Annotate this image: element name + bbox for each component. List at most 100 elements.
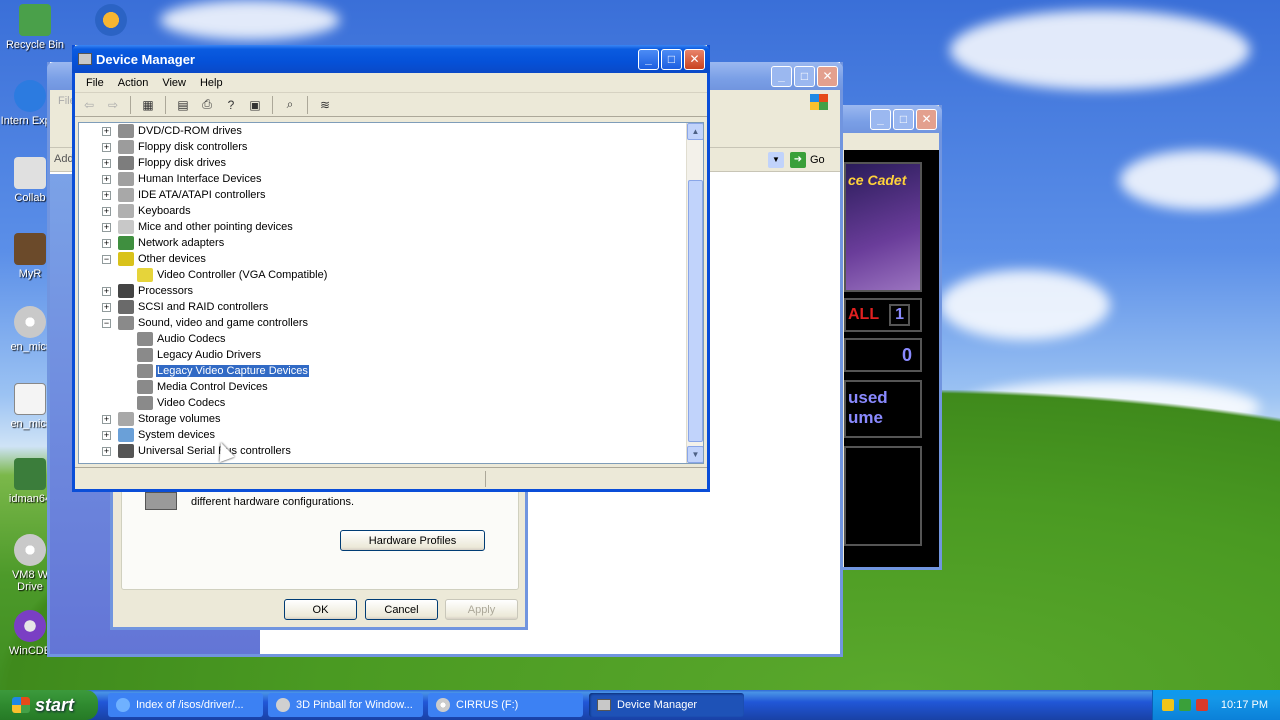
- taskbar-item-cirrus[interactable]: CIRRUS (F:): [428, 693, 583, 717]
- tree-node-label: Video Controller (VGA Compatible): [157, 269, 328, 281]
- address-dropdown-icon[interactable]: ▼: [768, 152, 784, 168]
- view-icon[interactable]: ▣: [245, 96, 265, 114]
- taskbar-item-pinball[interactable]: 3D Pinball for Window...: [268, 693, 423, 717]
- expand-toggle[interactable]: +: [102, 158, 111, 168]
- system-tray: 10:17 PM: [1152, 690, 1280, 720]
- menu-file[interactable]: File: [79, 77, 111, 89]
- back-arrow-icon[interactable]: ⇦: [79, 96, 99, 114]
- start-button[interactable]: start: [0, 690, 98, 720]
- expand-toggle[interactable]: +: [102, 222, 111, 232]
- go-arrow-icon: ➜: [790, 152, 806, 168]
- menu-help[interactable]: Help: [193, 77, 230, 89]
- taskbar-item-device-manager[interactable]: Device Manager: [589, 693, 744, 717]
- close-button[interactable]: ✕: [817, 65, 838, 87]
- device-manager-titlebar[interactable]: Device Manager _ □ ✕: [72, 45, 710, 73]
- update-driver-icon[interactable]: ≋: [315, 96, 335, 114]
- tree-node[interactable]: − Sound, video and game controllers: [79, 315, 686, 331]
- tree-node[interactable]: Video Codecs: [79, 395, 686, 411]
- expand-toggle[interactable]: +: [102, 142, 111, 152]
- vertical-scrollbar[interactable]: ▲ ▼: [686, 123, 703, 463]
- help-icon[interactable]: ?: [221, 96, 241, 114]
- tree-node[interactable]: + Floppy disk drives: [79, 155, 686, 171]
- cloud: [940, 270, 1110, 340]
- hardware-profiles-text: different hardware configurations.: [191, 496, 355, 508]
- desktop-icon-recycle-bin[interactable]: Recycle Bin: [0, 4, 70, 51]
- tree-node-label: Mice and other pointing devices: [138, 221, 293, 233]
- maximize-button[interactable]: □: [893, 108, 914, 130]
- desktop-icon-media-player[interactable]: [76, 4, 146, 39]
- properties-icon[interactable]: ▤: [173, 96, 193, 114]
- tree-node[interactable]: Video Controller (VGA Compatible): [79, 267, 686, 283]
- print-icon[interactable]: ⎙: [197, 96, 217, 114]
- close-button[interactable]: ✕: [916, 108, 937, 130]
- tree-node[interactable]: Legacy Video Capture Devices: [79, 363, 686, 379]
- tree-node[interactable]: + Keyboards: [79, 203, 686, 219]
- close-button[interactable]: ✕: [684, 48, 705, 70]
- menu-view[interactable]: View: [155, 77, 193, 89]
- minimize-button[interactable]: _: [771, 65, 792, 87]
- tree-node-label: System devices: [138, 429, 216, 441]
- cancel-button[interactable]: Cancel: [365, 599, 438, 620]
- scan-hardware-icon[interactable]: ⌕: [280, 96, 300, 114]
- expand-toggle[interactable]: +: [102, 286, 111, 296]
- apply-button[interactable]: Apply: [445, 599, 518, 620]
- expand-toggle[interactable]: +: [102, 126, 111, 136]
- tree-node[interactable]: Media Control Devices: [79, 379, 686, 395]
- tree-node[interactable]: + Floppy disk controllers: [79, 139, 686, 155]
- tree-node-label: Other devices: [138, 253, 206, 265]
- expand-toggle[interactable]: +: [102, 430, 111, 440]
- expand-toggle[interactable]: +: [102, 206, 111, 216]
- expand-toggle[interactable]: +: [102, 238, 111, 248]
- tree-node[interactable]: + IDE ATA/ATAPI controllers: [79, 187, 686, 203]
- window-title: Device Manager: [96, 51, 195, 67]
- pinball-titlebar[interactable]: _ □ ✕: [838, 105, 942, 133]
- tree-node[interactable]: + Storage volumes: [79, 411, 686, 427]
- tree-node[interactable]: + System devices: [79, 427, 686, 443]
- scroll-thumb[interactable]: [688, 180, 703, 442]
- go-button[interactable]: ➜ Go: [790, 152, 825, 168]
- tree-node[interactable]: + Processors: [79, 283, 686, 299]
- shield-icon[interactable]: [1161, 699, 1174, 711]
- tree-node[interactable]: + Human Interface Devices: [79, 171, 686, 187]
- scroll-down-button[interactable]: ▼: [687, 446, 703, 463]
- taskbar-item-ie[interactable]: Index of /isos/driver/...: [108, 693, 263, 717]
- maximize-button[interactable]: □: [661, 48, 682, 70]
- device-tree[interactable]: + DVD/CD-ROM drives + Floppy disk controlle…: [78, 122, 704, 464]
- tree-node[interactable]: + Mice and other pointing devices: [79, 219, 686, 235]
- tree-node[interactable]: + DVD/CD-ROM drives: [79, 123, 686, 139]
- pinball-window[interactable]: _ □ ✕ ce Cadet ALL 1 0 used ume: [838, 105, 942, 570]
- score-display: 0: [844, 338, 922, 372]
- expand-toggle[interactable]: +: [102, 302, 111, 312]
- ie-icon: [116, 698, 130, 712]
- tree-node[interactable]: + SCSI and RAID controllers: [79, 299, 686, 315]
- ball-number: 1: [889, 304, 911, 326]
- maximize-button[interactable]: □: [794, 65, 815, 87]
- ok-button[interactable]: OK: [284, 599, 357, 620]
- network-icon[interactable]: [1178, 699, 1191, 711]
- tree-node[interactable]: − Other devices: [79, 251, 686, 267]
- pinball-logo: ce Cadet: [844, 162, 922, 292]
- hardware-profiles-button[interactable]: Hardware Profiles: [340, 530, 485, 551]
- tree-node[interactable]: + Universal Serial Bus controllers: [79, 443, 686, 459]
- security-alert-icon[interactable]: [1195, 699, 1208, 711]
- media-player-icon: [95, 4, 127, 36]
- console-tree-icon[interactable]: ▦: [138, 96, 158, 114]
- scroll-up-button[interactable]: ▲: [687, 123, 703, 140]
- expand-toggle[interactable]: +: [102, 414, 111, 424]
- forward-arrow-icon[interactable]: ⇨: [103, 96, 123, 114]
- expand-toggle[interactable]: +: [102, 446, 111, 456]
- device-manager-window[interactable]: Device Manager _ □ ✕ File Action View He…: [72, 45, 710, 492]
- dvd-drive-icon: [118, 124, 134, 138]
- tree-node[interactable]: Audio Codecs: [79, 331, 686, 347]
- expand-toggle[interactable]: +: [102, 190, 111, 200]
- minimize-button[interactable]: _: [638, 48, 659, 70]
- collapse-toggle[interactable]: −: [102, 318, 111, 328]
- menu-action[interactable]: Action: [111, 77, 156, 89]
- minimize-button[interactable]: _: [870, 108, 891, 130]
- tree-node[interactable]: Legacy Audio Drivers: [79, 347, 686, 363]
- expand-toggle[interactable]: +: [102, 174, 111, 184]
- toolbar: ⇦ ⇨ ▦ ▤ ⎙ ? ▣ ⌕ ≋: [75, 93, 707, 117]
- collapse-toggle[interactable]: −: [102, 254, 111, 264]
- tree-node-label: Media Control Devices: [157, 381, 268, 393]
- tree-node[interactable]: + Network adapters: [79, 235, 686, 251]
